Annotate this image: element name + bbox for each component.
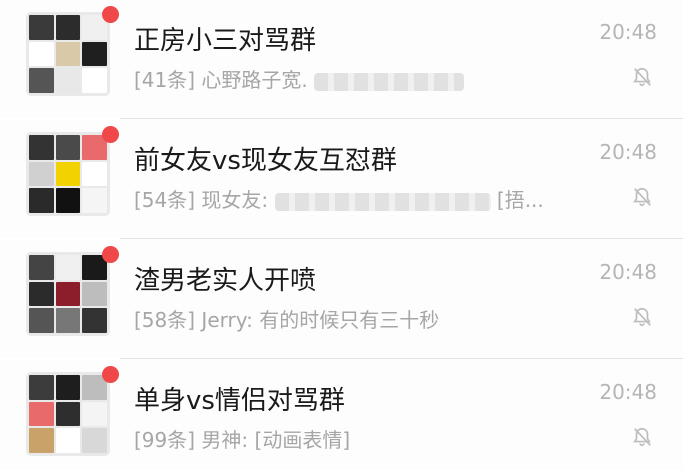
avatar-tile bbox=[55, 281, 81, 307]
avatar-tile bbox=[55, 308, 81, 333]
chat-list: 正房小三对骂群 20:48 [41条] 心野路子宽. 前女友vs现女友互怼群 2… bbox=[0, 0, 683, 470]
blurred-message bbox=[314, 72, 465, 91]
avatar-tile bbox=[55, 428, 81, 453]
avatar-tile bbox=[29, 15, 54, 40]
sender-name: 现女友: bbox=[201, 188, 269, 212]
message-text: 有的时候只有三十秒 bbox=[259, 308, 440, 332]
divider bbox=[120, 238, 683, 239]
avatar-tile bbox=[29, 308, 54, 333]
avatar-tile bbox=[29, 68, 54, 93]
avatar-tile bbox=[82, 68, 107, 93]
unread-dot bbox=[102, 126, 119, 143]
avatar-tile bbox=[55, 15, 81, 40]
group-avatar[interactable] bbox=[26, 12, 110, 96]
avatar-tile bbox=[29, 281, 54, 307]
divider bbox=[120, 358, 683, 359]
unread-dot bbox=[102, 246, 119, 263]
avatar-tile bbox=[55, 401, 81, 427]
chat-row-2[interactable]: 前女友vs现女友互怼群 20:48 [54条] 现女友: [捂... bbox=[0, 120, 683, 239]
chat-time: 20:48 bbox=[599, 380, 657, 404]
avatar-tile bbox=[55, 161, 81, 187]
avatar-tile bbox=[29, 375, 54, 400]
avatar-tile bbox=[55, 375, 81, 400]
chat-row-1[interactable]: 正房小三对骂群 20:48 [41条] 心野路子宽. bbox=[0, 0, 683, 119]
chat-time: 20:48 bbox=[599, 20, 657, 44]
chat-row-3[interactable]: 渣男老实人开喷 20:48 [58条] Jerry: 有的时候只有三十秒 bbox=[0, 240, 683, 359]
avatar-tile bbox=[82, 41, 107, 67]
chat-preview: [99条] 男神: [动画表情] bbox=[134, 424, 350, 453]
chat-title: 前女友vs现女友互怼群 bbox=[134, 146, 397, 176]
avatar-tile bbox=[55, 188, 81, 213]
avatar-tile bbox=[29, 255, 54, 280]
chat-title: 正房小三对骂群 bbox=[134, 26, 317, 56]
avatar-tile bbox=[82, 281, 107, 307]
chat-row-4[interactable]: 单身vs情侣对骂群 20:48 [99条] 男神: [动画表情] bbox=[0, 360, 683, 470]
sender-name: Jerry: bbox=[201, 308, 253, 332]
avatar-tile bbox=[82, 188, 107, 213]
sender-name: 心野路子宽. bbox=[201, 68, 308, 92]
avatar-tile bbox=[29, 188, 54, 213]
muted-bell-icon bbox=[633, 427, 651, 447]
chat-preview: [58条] Jerry: 有的时候只有三十秒 bbox=[134, 304, 439, 333]
chat-title: 渣男老实人开喷 bbox=[134, 266, 317, 296]
avatar-tile bbox=[82, 401, 107, 427]
message-text: [动画表情] bbox=[254, 428, 351, 452]
message-suffix: [捂... bbox=[496, 188, 544, 212]
group-avatar[interactable] bbox=[26, 252, 110, 336]
unread-dot bbox=[102, 366, 119, 383]
chat-time: 20:48 bbox=[599, 140, 657, 164]
unread-dot bbox=[102, 6, 119, 23]
avatar-tile bbox=[55, 255, 81, 280]
avatar-tile bbox=[29, 401, 54, 427]
group-avatar[interactable] bbox=[26, 132, 110, 216]
muted-bell-icon bbox=[633, 187, 651, 207]
chat-time: 20:48 bbox=[599, 260, 657, 284]
chat-title: 单身vs情侣对骂群 bbox=[134, 386, 345, 416]
avatar-tile bbox=[55, 68, 81, 93]
avatar-tile bbox=[82, 428, 107, 453]
avatar-tile bbox=[29, 41, 54, 67]
message-count: [99条] bbox=[134, 428, 196, 452]
message-count: [58条] bbox=[134, 308, 196, 332]
group-avatar[interactable] bbox=[26, 372, 110, 456]
chat-preview: [41条] 心野路子宽. bbox=[134, 64, 465, 93]
avatar-tile bbox=[29, 135, 54, 160]
muted-bell-icon bbox=[633, 67, 651, 87]
divider bbox=[120, 118, 683, 119]
avatar-tile bbox=[82, 161, 107, 187]
sender-name: 男神: bbox=[201, 428, 249, 452]
muted-bell-icon bbox=[633, 307, 651, 327]
avatar-tile bbox=[55, 135, 81, 160]
blurred-message bbox=[274, 192, 491, 211]
avatar-tile bbox=[82, 308, 107, 333]
avatar-tile bbox=[29, 428, 54, 453]
avatar-tile bbox=[29, 161, 54, 187]
avatar-tile bbox=[55, 41, 81, 67]
message-count: [41条] bbox=[134, 68, 196, 92]
message-count: [54条] bbox=[134, 188, 196, 212]
chat-preview: [54条] 现女友: [捂... bbox=[134, 184, 544, 213]
